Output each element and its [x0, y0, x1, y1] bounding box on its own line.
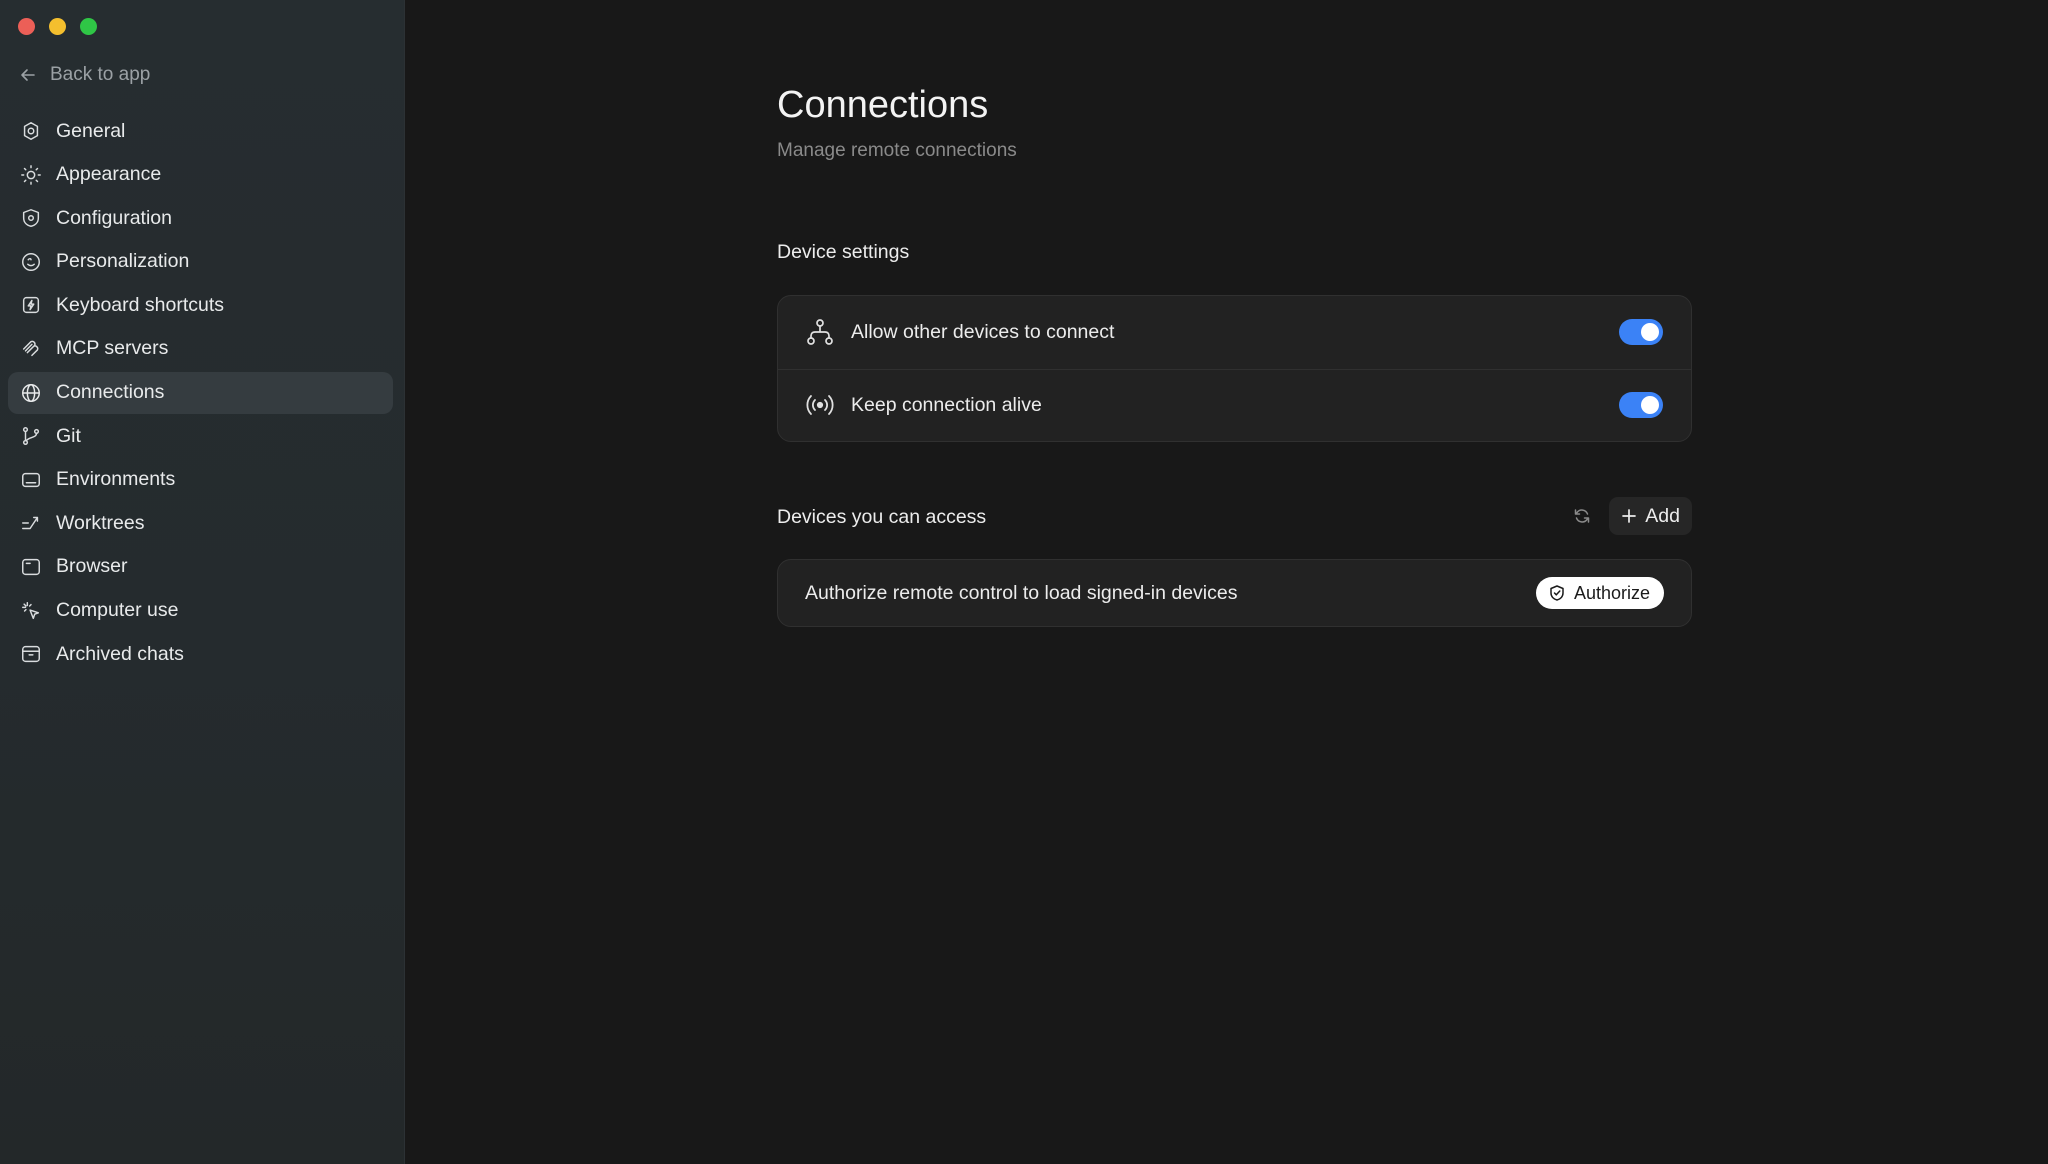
sidebar-item-label: Configuration [56, 206, 172, 229]
sidebar-item-label: Git [56, 424, 81, 447]
network-icon [805, 317, 835, 347]
shield-gear-icon [22, 209, 40, 228]
sidebar-item-label: Connections [56, 381, 165, 404]
keyboard-bolt-icon [22, 297, 40, 314]
mcp-icon [22, 340, 39, 357]
sidebar-item-label: Browser [56, 555, 128, 578]
sidebar-item-git[interactable]: Git [8, 415, 393, 457]
back-to-app-button[interactable]: Back to app [18, 64, 150, 86]
sidebar-item-general[interactable]: General [8, 110, 393, 152]
globe-icon [22, 383, 40, 402]
add-label: Add [1645, 504, 1680, 527]
sidebar-item-appearance[interactable]: Appearance [8, 154, 393, 196]
sidebar-item-label: Archived chats [56, 642, 184, 665]
keep-alive-toggle[interactable] [1619, 392, 1663, 419]
device-settings-heading: Device settings [777, 241, 910, 263]
sidebar-item-label: Personalization [56, 250, 190, 273]
settings-nav: General Appearance Configuration Persona… [8, 110, 393, 677]
keep-alive-label: Keep connection alive [851, 393, 1042, 416]
git-branch-icon [22, 427, 40, 446]
plus-icon [1622, 509, 1637, 523]
sidebar-item-mcp-servers[interactable]: MCP servers [8, 328, 393, 370]
broadcast-icon [805, 390, 835, 420]
authorize-description: Authorize remote control to load signed-… [805, 581, 1238, 604]
main-panel: Connections Manage remote connections De… [405, 0, 2048, 1164]
sidebar: Back to app General Appearance Configura… [0, 0, 405, 1164]
sidebar-item-environments[interactable]: Environments [8, 459, 393, 501]
zoom-window-button[interactable] [80, 18, 97, 35]
sidebar-item-label: MCP servers [56, 337, 169, 360]
gear-icon [23, 122, 39, 140]
sidebar-item-label: Computer use [56, 599, 179, 622]
devices-actions: Add [1569, 497, 1692, 535]
allow-connect-toggle[interactable] [1619, 319, 1663, 346]
sidebar-item-label: Appearance [56, 163, 162, 186]
shield-check-icon [1550, 585, 1564, 601]
page-subtitle: Manage remote connections [777, 140, 1017, 161]
sidebar-item-label: Keyboard shortcuts [56, 293, 225, 316]
sidebar-item-personalization[interactable]: Personalization [8, 241, 393, 283]
window-controls [18, 18, 97, 35]
sidebar-item-connections[interactable]: Connections [8, 371, 393, 414]
sidebar-item-archived-chats[interactable]: Archived chats [8, 633, 393, 675]
arrow-left-icon [21, 69, 35, 81]
browser-icon [22, 558, 40, 576]
settings-window: Back to app General Appearance Configura… [0, 0, 2048, 1164]
close-window-button[interactable] [18, 18, 35, 35]
page-title: Connections [777, 84, 989, 126]
add-device-button[interactable]: Add [1609, 497, 1692, 535]
sidebar-item-label: Worktrees [56, 511, 145, 534]
sidebar-item-configuration[interactable]: Configuration [8, 197, 393, 239]
devices-heading: Devices you can access [777, 506, 987, 528]
sidebar-item-worktrees[interactable]: Worktrees [8, 502, 393, 544]
authorize-label: Authorize [1573, 582, 1650, 603]
refresh-button[interactable] [1569, 503, 1595, 529]
sidebar-item-computer-use[interactable]: Computer use [8, 590, 393, 632]
sidebar-item-label: General [56, 119, 126, 142]
authorize-button[interactable]: Authorize [1535, 577, 1664, 609]
allow-connect-row: Allow other devices to connect [778, 296, 1691, 369]
sidebar-item-browser[interactable]: Browser [8, 546, 393, 588]
device-settings-card: Allow other devices to connect Keep conn… [777, 295, 1692, 442]
monitor-icon [22, 472, 40, 487]
authorize-row: Authorize remote control to load signed-… [778, 560, 1691, 626]
keep-alive-row: Keep connection alive [778, 368, 1691, 442]
allow-connect-label: Allow other devices to connect [851, 320, 1115, 343]
archive-icon [22, 646, 40, 663]
sidebar-item-label: Environments [56, 468, 176, 491]
cursor-click-icon [22, 601, 40, 619]
minimize-window-button[interactable] [49, 18, 66, 35]
back-to-app-label: Back to app [50, 64, 151, 85]
worktree-icon [22, 517, 39, 530]
devices-card: Authorize remote control to load signed-… [777, 559, 1692, 627]
sidebar-item-keyboard-shortcuts[interactable]: Keyboard shortcuts [8, 284, 393, 326]
sun-icon [21, 164, 41, 185]
face-icon [22, 252, 40, 271]
refresh-icon [1575, 509, 1590, 523]
